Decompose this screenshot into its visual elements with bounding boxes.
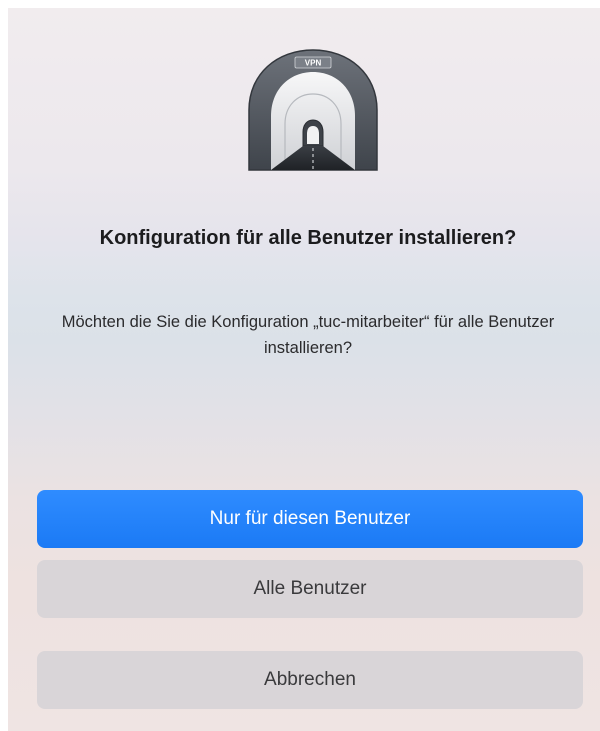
dialog-title: Konfiguration für alle Benutzer installi… — [99, 227, 517, 249]
install-configuration-dialog: VPN Konfiguration für alle Benutzer inst… — [8, 8, 600, 731]
all-users-button[interactable]: Alle Benutzer — [37, 560, 583, 618]
dialog-message: Möchten die Sie die Konfiguration „tuc-m… — [61, 313, 555, 357]
cancel-button[interactable]: Abbrechen — [37, 651, 583, 709]
only-this-user-button[interactable]: Nur für diesen Benutzer — [37, 490, 583, 548]
vpn-tunnel-icon: VPN — [245, 48, 381, 172]
vpn-badge-text: VPN — [305, 59, 322, 68]
